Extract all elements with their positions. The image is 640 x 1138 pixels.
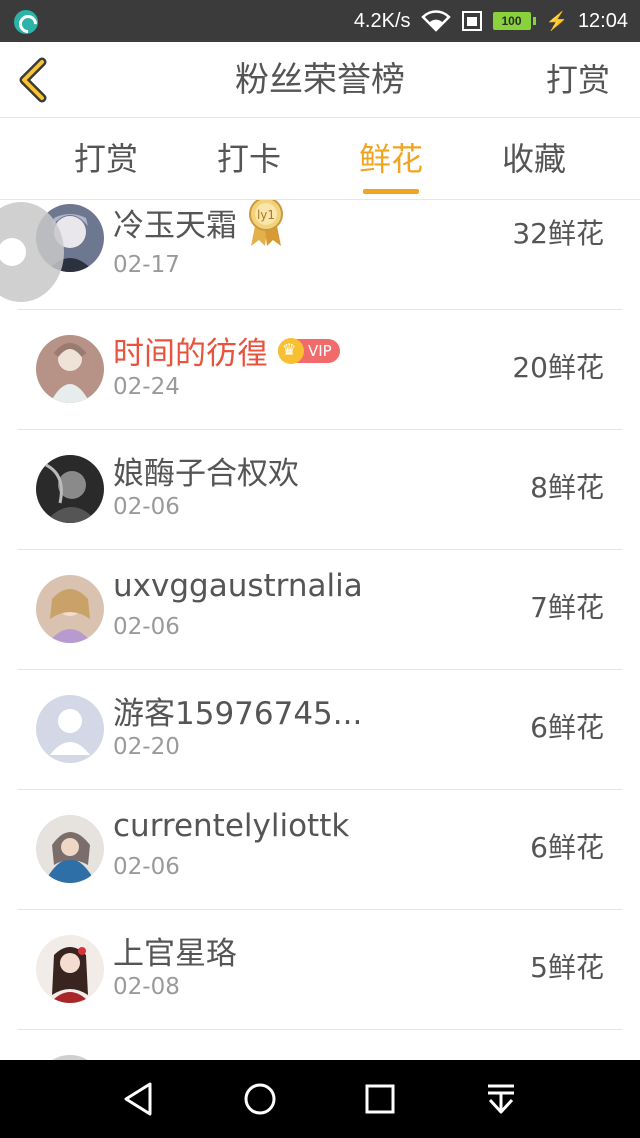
list-item[interactable]: uxvggaustrnalia 02-06 7鲜花 (0, 550, 640, 670)
list-item[interactable]: currentelyliottk 02-06 6鲜花 (0, 790, 640, 910)
tab-active-indicator (363, 189, 419, 194)
sim-icon (461, 11, 482, 31)
date: 02-06 (113, 854, 180, 880)
tab-label: 打卡 (216, 140, 281, 178)
username-text: 时间的彷徨 (113, 336, 268, 372)
tab-label: 打赏 (73, 140, 138, 178)
list-item[interactable]: 时间的彷徨 VIP 02-24 20鲜花 (0, 310, 640, 430)
username: uxvggaustrnalia (113, 568, 363, 604)
tab-label: 收藏 (501, 140, 566, 178)
reward-button[interactable]: 打赏 (546, 42, 610, 118)
list-item-partial[interactable] (0, 1030, 640, 1060)
username-text: 娘酶子合权欢 (113, 456, 299, 492)
username: 游客15976745... (113, 688, 362, 733)
tab-flowers[interactable]: 鲜花 (331, 118, 451, 200)
tab-bar: 打赏 打卡 鲜花 收藏 (0, 118, 640, 200)
avatar[interactable] (36, 455, 104, 523)
back-nav-icon[interactable] (116, 1076, 162, 1122)
username-text: 上官星珞 (113, 936, 237, 972)
app-notification-icon (14, 10, 38, 34)
flower-count: 32鲜花 (512, 217, 604, 250)
vip-label: VIP (308, 341, 332, 360)
date: 02-08 (113, 974, 180, 1000)
wifi-icon (420, 10, 451, 32)
date: 02-20 (113, 734, 180, 760)
crown-icon (278, 337, 304, 364)
recents-nav-icon[interactable] (357, 1076, 403, 1122)
username-text: currentelyliottk (113, 808, 350, 844)
list-item[interactable]: 娘酶子合权欢 02-06 8鲜花 (0, 430, 640, 550)
battery-icon: 100 (492, 12, 536, 30)
date: 02-24 (113, 374, 180, 400)
avatar[interactable] (36, 815, 104, 883)
avatar[interactable] (36, 695, 104, 763)
flower-count: 6鲜花 (530, 831, 604, 864)
username: 时间的彷徨 VIP (113, 328, 340, 373)
svg-text:ly1: ly1 (257, 208, 275, 222)
date: 02-17 (113, 252, 180, 278)
home-nav-icon[interactable] (237, 1076, 283, 1122)
notification-pulldown-icon[interactable] (478, 1076, 524, 1122)
username-text: 冷玉天霜 (113, 207, 237, 244)
tab-favorites[interactable]: 收藏 (474, 118, 594, 200)
vip-badge: VIP (278, 337, 340, 364)
header: 粉丝荣誉榜 打赏 (0, 42, 640, 118)
username: 上官星珞 (113, 928, 237, 973)
network-speed: 4.2K/s (353, 9, 411, 32)
flower-count: 7鲜花 (530, 591, 604, 624)
tab-checkin[interactable]: 打卡 (189, 118, 309, 200)
page-title: 粉丝荣誉榜 (235, 60, 405, 100)
clock: 12:04 (577, 9, 628, 32)
system-nav-bar (0, 1060, 640, 1138)
flower-count: 20鲜花 (512, 351, 604, 384)
username-text: 游客15976745... (113, 696, 363, 732)
charging-icon: ⚡ (545, 10, 568, 31)
flower-count: 5鲜花 (530, 951, 604, 984)
list-item[interactable]: 游客15976745... 02-20 6鲜花 (0, 670, 640, 790)
level-medal-icon: ly1 (249, 200, 283, 246)
status-indicators: 4.2K/s 100 ⚡ 12:04 (354, 0, 628, 42)
username: 冷玉天霜 ly1 (113, 200, 285, 248)
tab-reward[interactable]: 打赏 (46, 118, 166, 200)
avatar[interactable] (36, 335, 104, 403)
date: 02-06 (113, 494, 180, 520)
date: 02-06 (113, 614, 180, 640)
status-bar: 4.2K/s 100 ⚡ 12:04 (0, 0, 640, 42)
username: currentelyliottk (113, 808, 349, 844)
list-item[interactable]: 冷玉天霜 ly1 02-17 32鲜花 (0, 200, 640, 310)
username-text: uxvggaustrnalia (113, 568, 363, 604)
tab-label: 鲜花 (358, 140, 423, 178)
flower-count: 8鲜花 (530, 471, 604, 504)
fan-ranking-list: 冷玉天霜 ly1 02-17 32鲜花 时间的彷徨 VIP 02-24 20鲜花 (0, 200, 640, 1060)
avatar[interactable] (36, 575, 104, 643)
flower-count: 6鲜花 (530, 711, 604, 744)
avatar[interactable] (36, 935, 104, 1003)
list-item[interactable]: 上官星珞 02-08 5鲜花 (0, 910, 640, 1030)
username: 娘酶子合权欢 (113, 448, 299, 493)
battery-level: 100 (492, 12, 531, 30)
